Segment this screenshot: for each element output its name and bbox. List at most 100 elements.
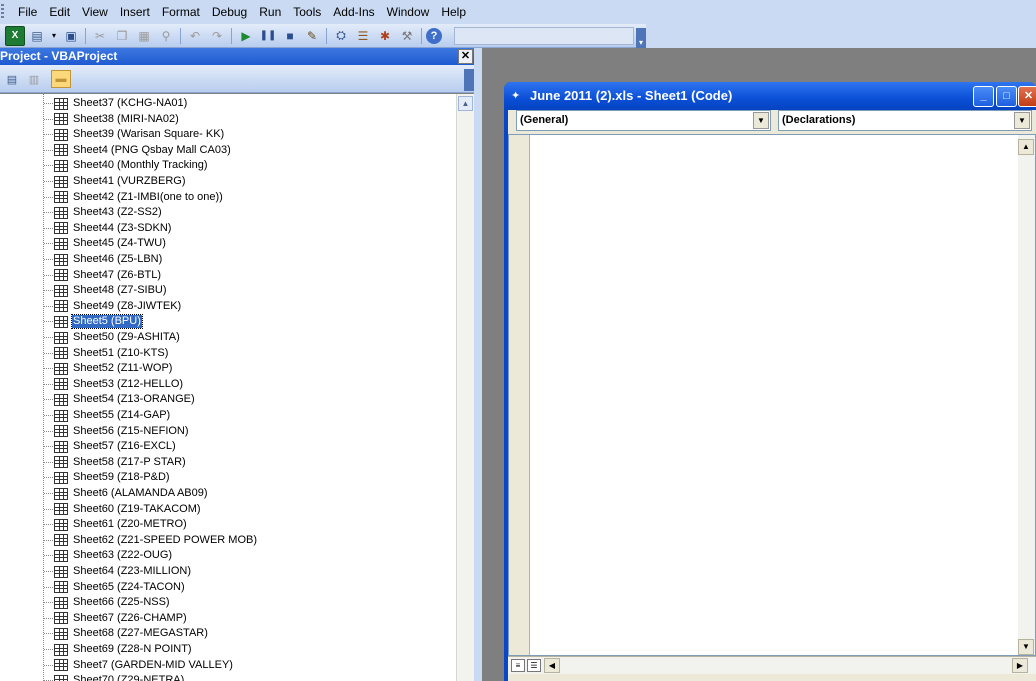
menu-format[interactable]: Format <box>156 0 206 24</box>
tree-connector <box>44 290 53 292</box>
tree-item[interactable]: Sheet49 (Z8-JIWTEK) <box>44 299 182 314</box>
tree-item[interactable]: Sheet5 (BPU) <box>44 314 143 330</box>
tree-item[interactable]: Sheet40 (Monthly Tracking) <box>44 158 209 173</box>
worksheet-icon <box>54 440 68 453</box>
tree-item[interactable]: Sheet45 (Z4-TWU) <box>44 236 167 251</box>
run-icon[interactable]: ▶ <box>236 26 256 46</box>
cut-icon[interactable]: ✂ <box>90 26 110 46</box>
menu-tools[interactable]: Tools <box>287 0 327 24</box>
insert-module-icon[interactable]: ▤ <box>27 26 47 46</box>
break-icon[interactable]: ❚❚ <box>258 26 278 46</box>
tree-item[interactable]: Sheet38 (MIRI-NA02) <box>44 112 180 127</box>
tree-item[interactable]: Sheet43 (Z2-SS2) <box>44 205 163 220</box>
pane-options-chevron[interactable] <box>464 69 474 91</box>
copy-icon[interactable]: ❐ <box>112 26 132 46</box>
tree-item[interactable]: Sheet51 (Z10-KTS) <box>44 346 169 361</box>
project-explorer-icon[interactable]: ⛭ <box>331 26 351 46</box>
tree-item[interactable]: Sheet70 (Z29-NETRA) <box>44 673 185 681</box>
tree-item[interactable]: Sheet65 (Z24-TACON) <box>44 580 186 595</box>
tree-item[interactable]: Sheet46 (Z5-LBN) <box>44 252 163 267</box>
tree-item[interactable]: Sheet58 (Z17-P STAR) <box>44 455 187 470</box>
maximize-icon[interactable]: □ <box>996 86 1017 107</box>
excel-module-icon[interactable]: ✦ <box>511 89 525 103</box>
close-window-icon[interactable]: ✕ <box>1018 86 1036 107</box>
tree-item[interactable]: Sheet56 (Z15-NEFION) <box>44 424 190 439</box>
undo-icon[interactable]: ↶ <box>185 26 205 46</box>
menu-window[interactable]: Window <box>381 0 436 24</box>
scroll-left-icon[interactable]: ◀ <box>544 658 560 673</box>
properties-icon[interactable]: ☰ <box>353 26 373 46</box>
tree-item[interactable]: Sheet7 (GARDEN-MID VALLEY) <box>44 658 234 673</box>
menu-debug[interactable]: Debug <box>206 0 253 24</box>
view-code-icon[interactable]: ▤ <box>2 70 22 88</box>
tree-item[interactable]: Sheet39 (Warisan Square- KK) <box>44 127 225 142</box>
menu-run[interactable]: Run <box>253 0 287 24</box>
procedure-combobox[interactable]: (Declarations) ▼ <box>778 110 1032 131</box>
scroll-up-icon[interactable]: ▲ <box>1018 139 1034 155</box>
full-module-view-icon[interactable]: ☰ <box>527 659 541 672</box>
tree-item-label: Sheet68 (Z27-MEGASTAR) <box>73 627 208 640</box>
reset-icon[interactable]: ■ <box>280 26 300 46</box>
tree-item[interactable]: Sheet55 (Z14-GAP) <box>44 408 171 423</box>
tree-item[interactable]: Sheet57 (Z16-EXCL) <box>44 439 177 454</box>
tree-item[interactable]: Sheet41 (VURZBERG) <box>44 174 186 189</box>
tree-item[interactable]: Sheet52 (Z11-WOP) <box>44 361 173 376</box>
tree-item[interactable]: Sheet37 (KCHG-NA01) <box>44 96 188 111</box>
tree-item[interactable]: Sheet44 (Z3-SDKN) <box>44 221 172 236</box>
view-object-icon[interactable]: ▥ <box>24 70 44 88</box>
tree-item[interactable]: Sheet67 (Z26-CHAMP) <box>44 611 188 626</box>
find-icon[interactable]: ⚲ <box>156 26 176 46</box>
excel-icon[interactable]: X <box>5 25 25 46</box>
scroll-down-icon[interactable]: ▼ <box>1018 639 1034 655</box>
menu-edit[interactable]: Edit <box>43 0 76 24</box>
code-window-titlebar[interactable]: ✦ June 2011 (2).xls - Sheet1 (Code) _ □ … <box>504 82 1036 110</box>
procedure-view-icon[interactable]: ≡ <box>511 659 525 672</box>
menu-view[interactable]: View <box>76 0 114 24</box>
design-mode-icon[interactable]: ✎ <box>302 26 322 46</box>
pane-splitter[interactable] <box>474 48 482 681</box>
tree-item[interactable]: Sheet4 (PNG Qsbay Mall CA03) <box>44 143 232 158</box>
editor-horizontal-scrollbar[interactable]: ≡ ☰ ◀ ▶ <box>508 656 1036 674</box>
help-icon[interactable]: ? <box>426 27 442 44</box>
tree-item[interactable]: Sheet62 (Z21-SPEED POWER MOB) <box>44 533 258 548</box>
toggle-folders-icon[interactable]: ▬ <box>51 70 71 88</box>
chevron-down-icon[interactable]: ▼ <box>1014 112 1030 129</box>
tree-item[interactable]: Sheet47 (Z6-BTL) <box>44 268 162 283</box>
margin-indicator-bar[interactable] <box>509 135 530 655</box>
editor-vertical-scrollbar[interactable]: ▲ ▼ <box>1018 135 1035 655</box>
dropdown-icon[interactable]: ▾ <box>49 26 59 46</box>
chevron-down-icon[interactable]: ▼ <box>753 112 769 129</box>
menubar-grip[interactable] <box>1 4 4 20</box>
menu-file[interactable]: File <box>12 0 43 24</box>
tree-item[interactable]: Sheet6 (ALAMANDA AB09) <box>44 486 209 501</box>
object-browser-icon[interactable]: ✱ <box>375 26 395 46</box>
tree-item[interactable]: Sheet61 (Z20-METRO) <box>44 517 188 532</box>
tree-item[interactable]: Sheet53 (Z12-HELLO) <box>44 377 184 392</box>
redo-icon[interactable]: ↷ <box>207 26 227 46</box>
tree-item[interactable]: Sheet42 (Z1-IMBI(one to one)) <box>44 190 224 205</box>
tree-item[interactable]: Sheet64 (Z23-MILLION) <box>44 564 192 579</box>
menu-insert[interactable]: Insert <box>114 0 156 24</box>
tree-item[interactable]: Sheet54 (Z13-ORANGE) <box>44 392 196 407</box>
scroll-right-icon[interactable]: ▶ <box>1012 658 1028 673</box>
menu-help[interactable]: Help <box>435 0 472 24</box>
tree-item[interactable]: Sheet48 (Z7-SIBU) <box>44 283 168 298</box>
tree-item[interactable]: Sheet69 (Z28-N POINT) <box>44 642 193 657</box>
toolbox-icon[interactable]: ⚒ <box>397 26 417 46</box>
close-icon[interactable]: ✕ <box>458 49 473 64</box>
scroll-up-icon[interactable]: ▲ <box>458 96 473 111</box>
code-editor[interactable]: ▲ ▼ <box>508 134 1036 656</box>
tree-item[interactable]: Sheet50 (Z9-ASHITA) <box>44 330 181 345</box>
tree-vertical-scrollbar[interactable]: ▲ <box>456 94 474 681</box>
object-combobox[interactable]: (General) ▼ <box>516 110 771 131</box>
tree-item[interactable]: Sheet59 (Z18-P&D) <box>44 470 171 485</box>
tree-item[interactable]: Sheet63 (Z22-OUG) <box>44 548 173 563</box>
save-icon[interactable]: ▣ <box>61 26 81 46</box>
toolbar-options-chevron[interactable]: ▾ <box>636 28 646 48</box>
tree-item[interactable]: Sheet60 (Z19-TAKACOM) <box>44 502 202 517</box>
minimize-icon[interactable]: _ <box>973 86 994 107</box>
menu-add-ins[interactable]: Add-Ins <box>327 0 380 24</box>
tree-item[interactable]: Sheet68 (Z27-MEGASTAR) <box>44 626 209 641</box>
paste-icon[interactable]: ▦ <box>134 26 154 46</box>
tree-item[interactable]: Sheet66 (Z25-NSS) <box>44 595 171 610</box>
